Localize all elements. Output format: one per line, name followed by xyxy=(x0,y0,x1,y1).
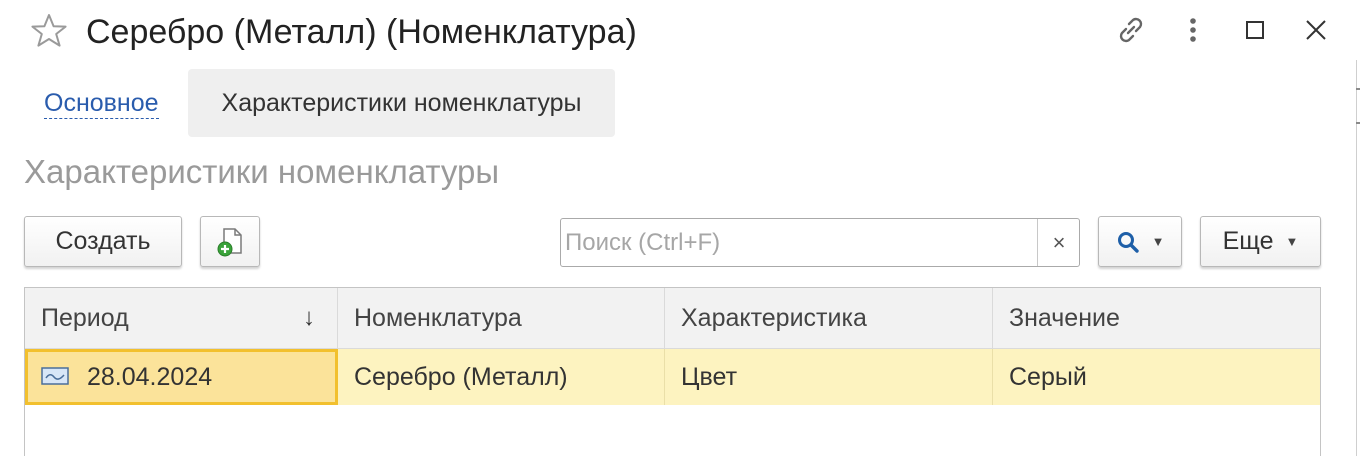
column-header-period[interactable]: Период ↓ xyxy=(25,288,338,348)
cell-period-text: 28.04.2024 xyxy=(87,363,213,391)
more-button-label: Еще xyxy=(1222,227,1274,255)
maximize-icon[interactable] xyxy=(1235,10,1275,50)
more-button[interactable]: Еще ▼ xyxy=(1200,216,1321,267)
table-header: Период ↓ Номенклатура Характеристика Зна… xyxy=(25,288,1320,349)
tab-characteristics-label: Характеристики номенклатуры xyxy=(221,88,582,117)
record-icon xyxy=(41,367,69,386)
search-input[interactable] xyxy=(561,219,1037,266)
cell-value[interactable]: Серый xyxy=(993,349,1320,405)
create-button[interactable]: Создать xyxy=(24,216,182,267)
cell-nomenclature[interactable]: Серебро (Металл) xyxy=(338,349,665,405)
search-clear-button[interactable]: × xyxy=(1037,219,1080,266)
characteristics-table: Период ↓ Номенклатура Характеристика Зна… xyxy=(24,287,1321,456)
cell-characteristic[interactable]: Цвет xyxy=(665,349,993,405)
column-header-label: Период xyxy=(41,304,129,332)
parent-scroll-tick xyxy=(1356,88,1360,90)
column-header-characteristic[interactable]: Характеристика xyxy=(665,288,993,348)
window-title: Серебро (Металл) (Номенклатура) xyxy=(86,13,637,51)
more-vertical-icon[interactable] xyxy=(1173,10,1213,50)
close-icon[interactable] xyxy=(1296,10,1336,50)
favorite-star-icon[interactable] xyxy=(30,12,68,50)
create-button-label: Создать xyxy=(55,227,151,255)
link-icon[interactable] xyxy=(1111,10,1151,50)
add-document-icon xyxy=(217,227,242,256)
parent-scroll-tick xyxy=(1356,122,1360,124)
section-title: Характеристики номенклатуры xyxy=(24,153,500,190)
tab-characteristics[interactable]: Характеристики номенклатуры xyxy=(188,69,615,137)
magnifier-icon xyxy=(1117,231,1139,253)
chevron-down-icon: ▼ xyxy=(1285,234,1299,249)
search-options-button[interactable]: ▼ xyxy=(1098,216,1182,267)
cell-period[interactable]: 28.04.2024 xyxy=(25,349,338,405)
column-header-nomenclature[interactable]: Номенклатура xyxy=(338,288,665,348)
search-field: × xyxy=(560,218,1080,267)
add-document-button[interactable] xyxy=(200,216,260,267)
parent-scrollbar-edge xyxy=(1356,60,1357,456)
column-header-value[interactable]: Значение xyxy=(993,288,1320,348)
sort-arrow-icon: ↓ xyxy=(303,304,315,331)
chevron-down-icon: ▼ xyxy=(1151,234,1165,249)
table-row[interactable]: 28.04.2024 Серебро (Металл) Цвет Серый xyxy=(25,349,1320,405)
tab-main[interactable]: Основное xyxy=(44,88,159,119)
